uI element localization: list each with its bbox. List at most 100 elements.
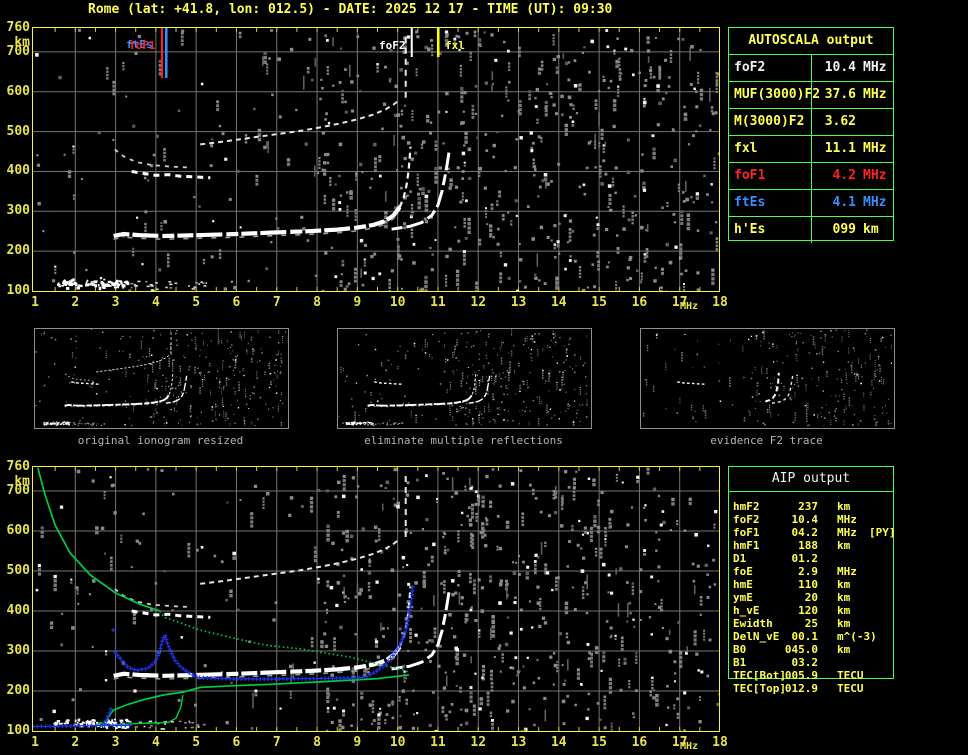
x-tick-label: 2: [71, 295, 80, 310]
y-tick-label: 300: [6, 643, 30, 658]
x-tick-label: 4: [151, 295, 160, 310]
y-tick-label: 500: [6, 123, 30, 139]
thumbnail-original-ionogram: [34, 328, 289, 433]
aip-row-TECBot: TEC[Bot] 005.9 TECU: [733, 669, 864, 682]
autoscala-row-hEs: h'Es 099 km: [729, 217, 893, 243]
x-tick-label: 12: [470, 295, 487, 310]
aip-row-foE: foE 2.9 MHz: [733, 565, 857, 578]
autoscala-param: M(3000)F2: [729, 109, 812, 135]
y-tick-label: 760: [6, 459, 30, 474]
autoscala-row-foF2: foF2 10.4 MHz: [729, 55, 893, 82]
aip-row-hmF2: hmF2 237 km: [733, 500, 851, 513]
autoscala-param: foF1: [729, 163, 812, 189]
autoscala-row-ftEs: ftEs 4.1 MHz: [729, 190, 893, 217]
autoscala-row-fxl: fxl 11.1 MHz: [729, 136, 893, 163]
y-tick-label: 760: [6, 20, 30, 35]
x-tick-label: 13: [510, 735, 527, 750]
autoscala-value: 3.62: [824, 114, 856, 129]
marker-label-fxl: fxl: [445, 39, 465, 52]
y-tick-label: 400: [6, 603, 30, 618]
page-title: Rome (lat: +41.8, lon: 012.5) - DATE: 20…: [88, 2, 613, 17]
x-tick-label: 16: [631, 735, 648, 750]
autoscala-app-screen: Rome (lat: +41.8, lon: 012.5) - DATE: 20…: [0, 0, 968, 755]
x-axis-unit: MHz: [680, 741, 699, 752]
aip-row-TECTop: TEC[Top] 012.9 TECU: [733, 682, 864, 695]
x-tick-label: 14: [550, 735, 567, 750]
y-tick-label: 100: [6, 723, 30, 738]
x-tick-label: 8: [313, 735, 321, 750]
x-tick-label: 10: [389, 735, 406, 750]
y-tick-label: 700: [6, 43, 30, 59]
marker-label-foF1: foF1: [129, 39, 156, 52]
x-tick-label: 6: [232, 295, 241, 310]
aip-row-Ewidth: Ewidth 25 km: [733, 617, 851, 630]
y-tick-label: 400: [6, 163, 30, 179]
aip-row-hvE: h_vE 120 km: [733, 604, 851, 617]
autoscala-value: 4.2 MHz: [832, 168, 887, 183]
x-tick-label: 2: [71, 735, 80, 750]
x-tick-label: 4: [151, 735, 160, 750]
autoscala-param: h'Es: [729, 217, 812, 243]
autoscala-param: ftEs: [729, 190, 812, 216]
x-tick-label: 9: [353, 735, 362, 750]
marker-label-foF2: foF2: [379, 39, 406, 52]
x-axis-unit: MHz: [680, 301, 699, 312]
thumbnail-caption: original ionogram resized: [77, 434, 244, 447]
x-tick-label: 6: [232, 735, 241, 750]
y-tick-label: 600: [6, 523, 30, 538]
aip-row-hmE: hmE 110 km: [733, 578, 851, 591]
autoscala-table-header: AUTOSCALA output: [729, 28, 893, 55]
autoscala-row-MUF3000F2: MUF(3000)F2 37.6 MHz: [729, 82, 893, 109]
y-tick-label: 500: [6, 563, 30, 578]
autoscala-param: foF2: [729, 55, 812, 81]
x-tick-label: 9: [353, 295, 362, 310]
x-tick-label: 11: [430, 295, 446, 310]
aip-row-B1: B1 03.2: [733, 656, 818, 669]
x-tick-label: 7: [272, 735, 281, 750]
autoscala-param: fxl: [729, 136, 812, 162]
aip-row-DelNvE: DelN_vE 00.1 m^(-3): [733, 630, 877, 643]
x-tick-label: 10: [389, 295, 406, 310]
x-tick-label: 15: [591, 295, 607, 310]
x-tick-label: 12: [470, 735, 487, 750]
y-tick-label: 100: [6, 283, 30, 298]
scaled-ionogram-plot: ftEs foF1 foF2 fxl: [32, 27, 720, 292]
autoscala-value: 10.4 MHz: [824, 60, 887, 75]
x-tick-label: 5: [192, 735, 201, 750]
x-tick-label: 13: [510, 295, 527, 310]
x-tick-label: 3: [111, 735, 120, 750]
x-tick-label: 11: [430, 735, 446, 750]
x-tick-label: 3: [111, 295, 120, 310]
thumbnail-caption: eliminate multiple reflections: [364, 434, 563, 447]
x-tick-label: 14: [550, 295, 567, 310]
autoscala-value: 11.1 MHz: [824, 141, 887, 156]
aip-row-D1: D1 01.2: [733, 552, 818, 565]
autoscala-row-M3000F2: M(3000)F2 3.62: [729, 109, 893, 136]
autoscala-value: 4.1 MHz: [832, 195, 887, 210]
thumbnail-evidence-f2-trace: [640, 328, 895, 434]
y-tick-label: 200: [6, 243, 30, 259]
x-tick-label: 18: [712, 735, 728, 750]
aip-row-foF2: foF2 10.4 MHz: [733, 513, 857, 526]
x-tick-label: 8: [313, 295, 321, 310]
y-tick-label: 200: [6, 683, 30, 698]
profile-ionogram-plot: [32, 466, 720, 732]
thumbnail-eliminate-reflections: [337, 328, 592, 431]
aip-row-foF1: foF1 04.2 MHz [PY]: [733, 526, 896, 539]
y-tick-label: 300: [6, 203, 30, 219]
autoscala-row-foF1: foF1 4.2 MHz: [729, 163, 893, 190]
thumbnail-caption: evidence F2 trace: [710, 434, 823, 447]
aip-row-hmF1: hmF1 188 km: [733, 539, 851, 552]
aip-table-header: AIP output: [729, 467, 893, 492]
autoscala-value: 099 km: [832, 222, 879, 237]
y-tick-label: 600: [6, 83, 30, 99]
autoscala-param: MUF(3000)F2: [729, 82, 820, 108]
x-tick-label: 7: [272, 295, 281, 310]
autoscala-output-table: AUTOSCALA output foF2 10.4 MHz MUF(3000)F2 3…: [728, 27, 894, 243]
autoscala-value: 37.6 MHz: [824, 87, 887, 102]
aip-row-ymE: ymE 20 km: [733, 591, 851, 604]
y-tick-label: 700: [6, 483, 30, 498]
x-tick-label: 15: [591, 735, 607, 750]
x-tick-label: 18: [712, 295, 728, 310]
x-tick-label: 5: [192, 295, 201, 310]
